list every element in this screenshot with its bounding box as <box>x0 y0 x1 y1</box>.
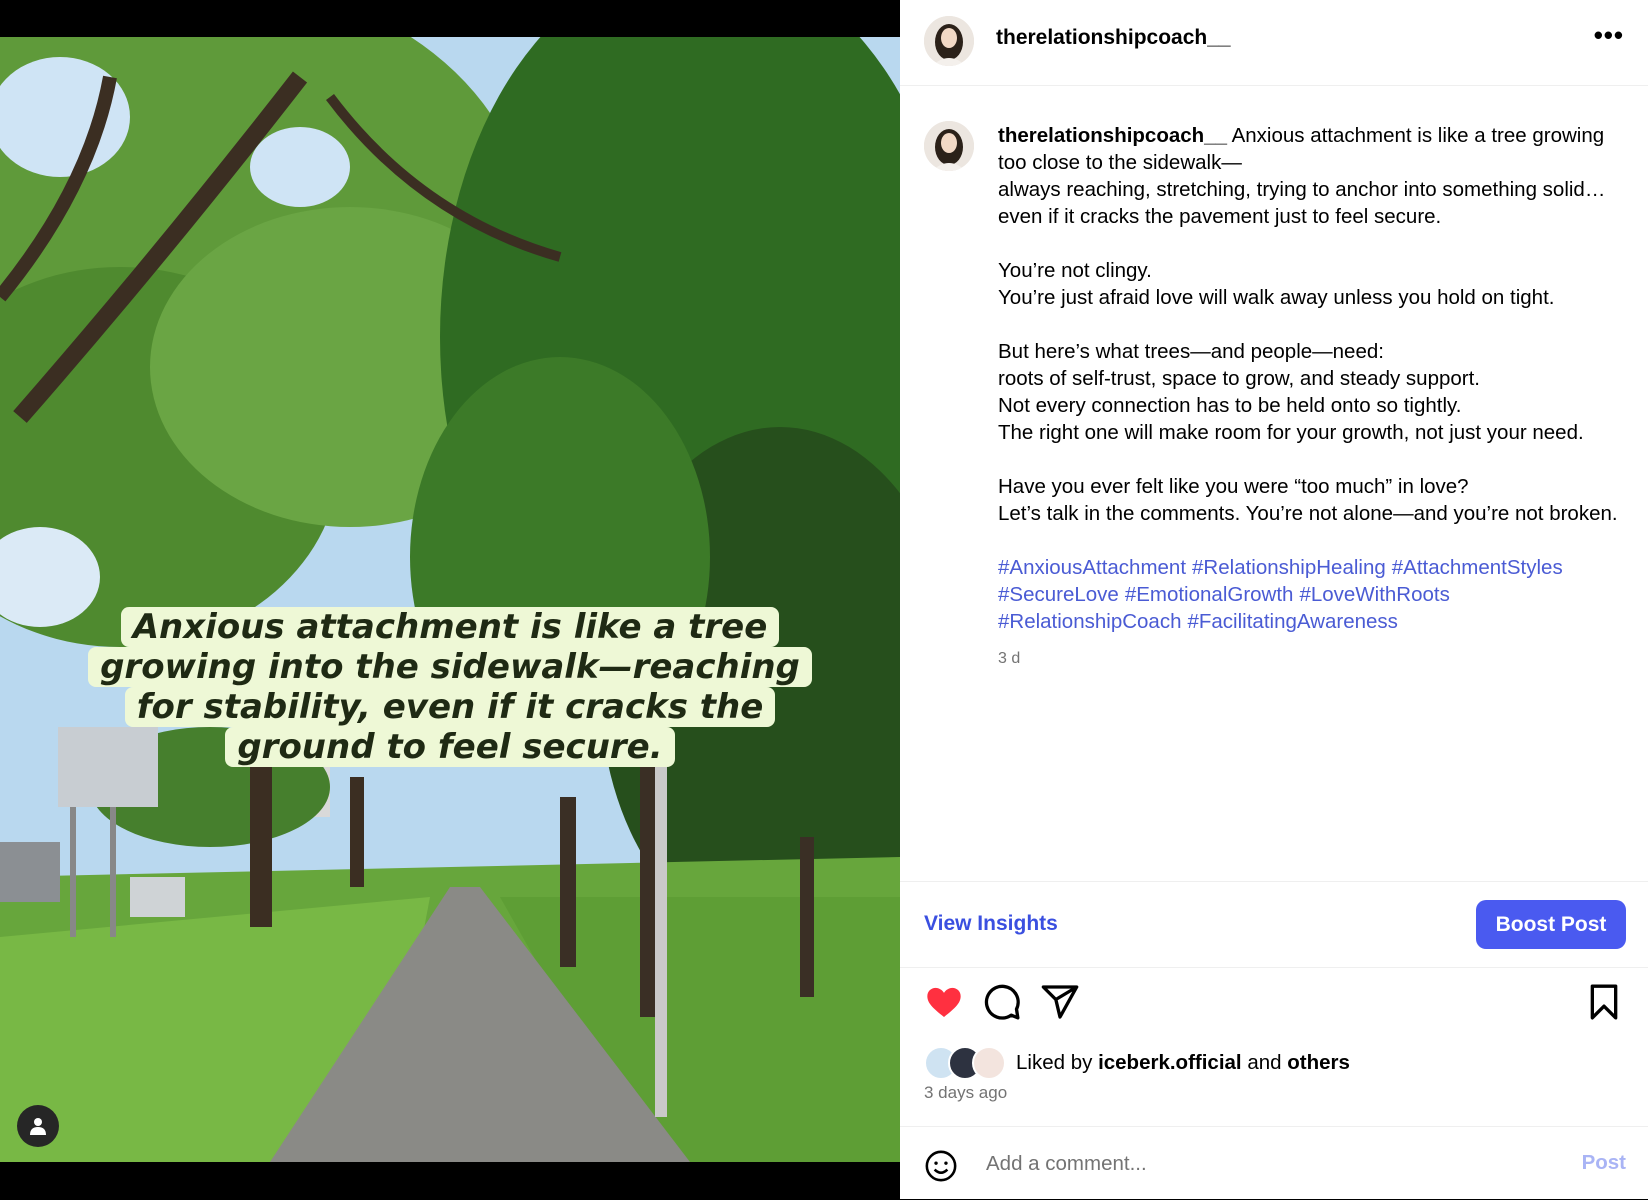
post-photo: Anxious attachment is like a tree growin… <box>0 37 900 1162</box>
overlay-line: ground to feel secure. <box>225 727 675 767</box>
caption-line: always reaching, stretching, trying to a… <box>998 178 1606 201</box>
view-insights-link[interactable]: View Insights <box>924 912 1058 936</box>
liked-by-prefix: Liked by <box>1016 1051 1093 1074</box>
user-tag-icon[interactable] <box>17 1105 59 1147</box>
heart-filled-icon[interactable] <box>924 982 964 1027</box>
avatar <box>972 1046 1006 1080</box>
comment-bar: Post <box>900 1126 1648 1200</box>
caption-line: The right one will make room for your gr… <box>998 421 1584 444</box>
caption-username[interactable]: therelationshipcoach__ <box>998 124 1227 147</box>
avatar[interactable] <box>924 16 974 66</box>
liked-by-and: and <box>1247 1051 1282 1074</box>
caption-line: You’re not clingy. <box>998 259 1152 282</box>
post-caption: therelationshipcoach__ Anxious attachmen… <box>998 122 1618 672</box>
post-media: Anxious attachment is like a tree growin… <box>0 0 900 1199</box>
liked-by-text[interactable]: Liked by iceberk.official and others <box>1016 1051 1350 1075</box>
caption-line: But here’s what trees—and people—need: <box>998 340 1384 363</box>
hashtag-link[interactable]: #RelationshipCoach <box>998 610 1181 633</box>
overlay-line: Anxious attachment is like a tree <box>120 607 780 647</box>
bookmark-icon[interactable] <box>1584 982 1624 1027</box>
post-side-panel: therelationshipcoach__ ••• therelationsh… <box>900 0 1648 1199</box>
caption-line: Not every connection has to be held onto… <box>998 394 1462 417</box>
hashtag-link[interactable]: #EmotionalGrowth <box>1125 583 1294 606</box>
action-bar <box>900 982 1648 1028</box>
hashtags: #AnxiousAttachment #RelationshipHealing #A… <box>998 554 1618 635</box>
hashtag-link[interactable]: #FacilitatingAwareness <box>1187 610 1397 633</box>
liked-by-user[interactable]: iceberk.official <box>1098 1051 1242 1074</box>
hashtag-link[interactable]: #RelationshipHealing <box>1192 556 1386 579</box>
post-comment-button[interactable]: Post <box>1582 1151 1626 1175</box>
caption-line: roots of self-trust, space to grow, and … <box>998 367 1481 390</box>
share-icon[interactable] <box>1040 982 1080 1027</box>
caption-line: Have you ever felt like you were “too mu… <box>998 475 1469 498</box>
emoji-icon[interactable] <box>924 1149 958 1188</box>
overlay-line: for stability, even if it cracks the <box>124 687 776 727</box>
instagram-post-modal: Anxious attachment is like a tree growin… <box>0 0 1648 1199</box>
caption-age: 3 d <box>998 650 1021 667</box>
comment-icon[interactable] <box>982 982 1022 1027</box>
image-text-overlay: Anxious attachment is like a tree growin… <box>0 607 900 767</box>
hashtag-link[interactable]: #LoveWithRoots <box>1299 583 1449 606</box>
insights-bar: View Insights Boost Post <box>900 881 1648 968</box>
hashtag-link[interactable]: #AnxiousAttachment <box>998 556 1186 579</box>
liked-by-others[interactable]: others <box>1287 1051 1350 1074</box>
hashtag-link[interactable]: #SecureLove <box>998 583 1119 606</box>
caption-line: even if it cracks the pavement just to f… <box>998 205 1442 228</box>
more-horizontal-icon[interactable]: ••• <box>1594 20 1624 51</box>
caption-line: Let’s talk in the comments. You’re not a… <box>998 502 1618 525</box>
boost-post-button[interactable]: Boost Post <box>1476 900 1626 949</box>
liked-by-row: Liked by iceberk.official and others <box>924 1046 1350 1080</box>
header-username[interactable]: therelationshipcoach__ <box>996 26 1231 50</box>
caption-line: You’re just afraid love will walk away u… <box>998 286 1555 309</box>
hashtag-link[interactable]: #AttachmentStyles <box>1392 556 1563 579</box>
post-header: therelationshipcoach__ ••• <box>900 0 1648 86</box>
caption-section: therelationshipcoach__ Anxious attachmen… <box>900 118 1648 878</box>
comment-input[interactable] <box>984 1145 1528 1183</box>
overlay-line: growing into the sidewalk—reaching <box>88 647 812 687</box>
post-time: 3 days ago <box>924 1083 1008 1102</box>
avatar[interactable] <box>924 121 974 171</box>
